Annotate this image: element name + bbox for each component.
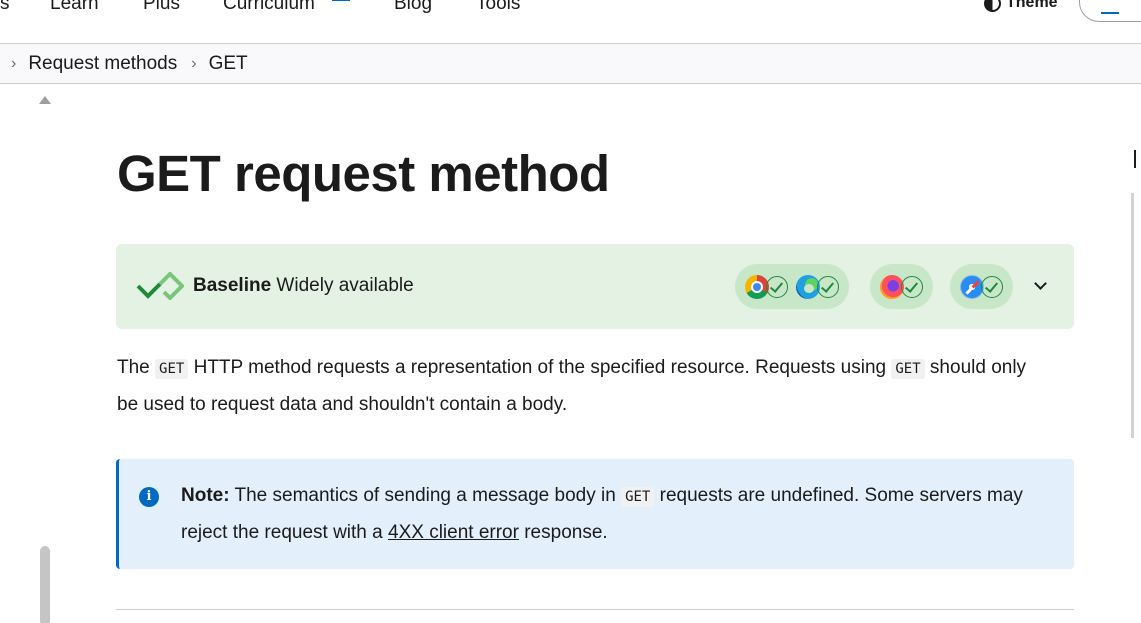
inline-code-get: GET <box>155 359 189 379</box>
check-icon <box>981 275 1003 298</box>
toc-scrollbar[interactable] <box>1131 193 1134 438</box>
breadcrumb-get[interactable]: GET <box>209 53 248 75</box>
theme-label: Theme <box>1006 0 1058 11</box>
chevron-right-icon: › <box>191 54 197 72</box>
browser-group-chromium <box>735 264 849 309</box>
nav-item-learn[interactable]: Learn <box>50 0 99 15</box>
browser-group-firefox <box>870 264 933 309</box>
baseline-label-status: Widely available <box>271 275 414 296</box>
top-navigation: s Learn Plus Curriculum Blog Tools Theme <box>0 0 1141 44</box>
browser-edge <box>796 274 839 299</box>
search-icon <box>1101 12 1119 14</box>
curriculum-new-indicator <box>332 0 350 1</box>
nav-item-partial[interactable]: s <box>0 0 10 15</box>
breadcrumb: › Request methods › GET <box>0 44 1141 84</box>
nav-item-plus[interactable]: Plus <box>143 0 180 15</box>
check-icon <box>901 275 923 298</box>
inline-code-get: GET <box>621 487 655 507</box>
theme-button[interactable]: Theme <box>984 0 1058 12</box>
note-callout: i Note: The semantics of sending a messa… <box>116 459 1074 569</box>
breadcrumb-request-methods[interactable]: Request methods <box>28 53 177 75</box>
browser-safari <box>960 274 1003 299</box>
note-label: Note: <box>181 485 230 506</box>
inline-code-get: GET <box>891 359 925 379</box>
section-divider <box>116 609 1074 610</box>
chevron-right-icon: › <box>11 54 17 72</box>
note-text-1: The semantics of sending a message body … <box>229 485 622 506</box>
toc-indicator <box>1134 150 1136 168</box>
intro-paragraph: The GET HTTP method requests a represent… <box>117 350 1047 422</box>
baseline-label: Baseline Widely available <box>193 275 414 297</box>
note-text-3: response. <box>518 522 608 543</box>
page-title: GET request method <box>117 145 610 202</box>
intro-text-1: The <box>117 357 156 378</box>
intro-text-2: HTTP method requests a representation of… <box>188 357 892 378</box>
info-icon: i <box>139 487 159 507</box>
check-icon <box>817 275 839 298</box>
chevron-down-icon[interactable] <box>1034 277 1047 290</box>
sidebar-scrollbar[interactable] <box>40 546 50 623</box>
search-button[interactable] <box>1079 0 1141 22</box>
nav-item-blog[interactable]: Blog <box>394 0 432 15</box>
check-icon <box>766 275 788 298</box>
nav-item-curriculum[interactable]: Curriculum <box>223 0 315 15</box>
nav-item-tools[interactable]: Tools <box>476 0 520 15</box>
client-error-link[interactable]: 4XX client error <box>388 522 519 543</box>
sidebar-scroll-up-icon[interactable] <box>39 96 51 104</box>
baseline-banner[interactable]: Baseline Widely available <box>116 244 1074 329</box>
browser-chrome <box>745 274 788 299</box>
theme-icon <box>984 0 1001 12</box>
baseline-label-bold: Baseline <box>193 275 272 296</box>
note-text: Note: The semantics of sending a message… <box>181 478 1051 550</box>
browser-firefox <box>880 274 923 299</box>
browser-group-safari <box>950 264 1013 309</box>
baseline-check-icon <box>136 272 184 300</box>
